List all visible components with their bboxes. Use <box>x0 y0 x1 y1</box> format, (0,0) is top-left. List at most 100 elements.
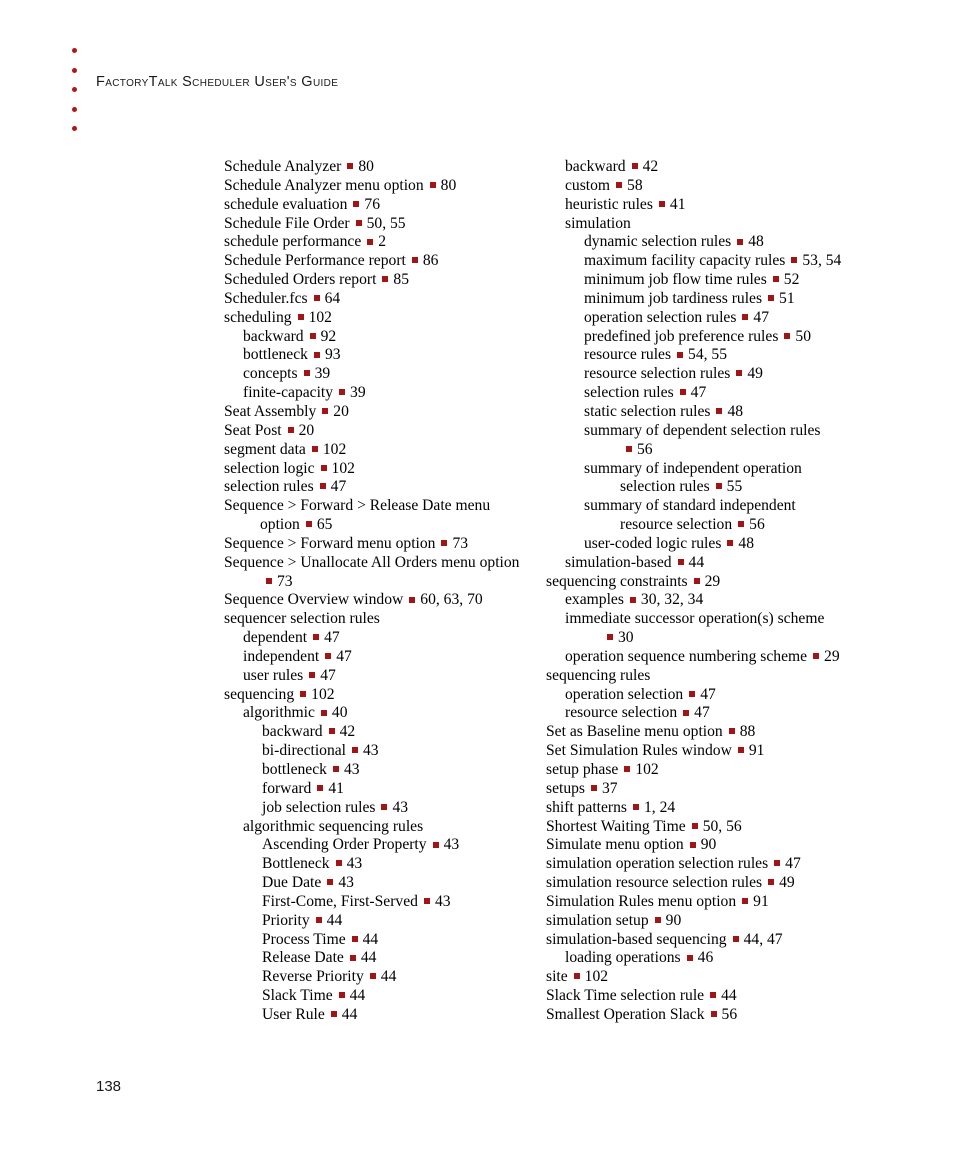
index-entry-pages[interactable]: 102 <box>311 686 334 703</box>
index-entry[interactable]: operation sequence numbering scheme 29 <box>565 648 866 667</box>
index-entry[interactable]: Slack Time selection rule 44 <box>546 987 866 1006</box>
index-entry[interactable]: operation selection rules 47 <box>584 309 866 328</box>
index-entry-pages[interactable]: 76 <box>364 196 380 213</box>
index-entry[interactable]: simulation-based sequencing 44, 47 <box>546 931 866 950</box>
index-entry[interactable]: Priority 44 <box>262 912 524 931</box>
index-entry[interactable]: forward 41 <box>262 780 524 799</box>
index-entry[interactable]: segment data 102 <box>224 441 524 460</box>
index-entry-pages[interactable]: 102 <box>323 441 346 458</box>
index-entry[interactable]: Sequence > Unallocate All Orders menu op… <box>224 554 524 592</box>
index-entry[interactable]: sequencer selection rules <box>224 610 524 629</box>
index-entry-pages[interactable]: 40 <box>332 704 348 721</box>
index-entry[interactable]: Simulate menu option 90 <box>546 836 866 855</box>
index-entry[interactable]: concepts 39 <box>243 365 524 384</box>
index-entry-pages[interactable]: 60, 63, 70 <box>420 591 482 608</box>
index-entry-pages[interactable]: 47 <box>694 704 710 721</box>
index-entry[interactable]: finite-capacity 39 <box>243 384 524 403</box>
index-entry-pages[interactable]: 65 <box>317 516 333 533</box>
index-entry-pages[interactable]: 49 <box>747 365 763 382</box>
index-entry-pages[interactable]: 73 <box>277 573 293 590</box>
index-entry[interactable]: algorithmic sequencing rules <box>243 818 524 837</box>
index-entry-pages[interactable]: 102 <box>309 309 332 326</box>
index-entry[interactable]: minimum job tardiness rules 51 <box>584 290 866 309</box>
index-entry[interactable]: Set as Baseline menu option 88 <box>546 723 866 742</box>
index-entry[interactable]: bottleneck 93 <box>243 346 524 365</box>
index-entry-pages[interactable]: 56 <box>722 1006 738 1023</box>
index-entry[interactable]: maximum facility capacity rules 53, 54 <box>584 252 866 271</box>
index-entry-pages[interactable]: 2 <box>378 233 386 250</box>
index-entry[interactable]: examples 30, 32, 34 <box>565 591 866 610</box>
index-entry-pages[interactable]: 50, 55 <box>367 215 406 232</box>
index-entry[interactable]: Schedule Analyzer menu option 80 <box>224 177 524 196</box>
index-entry[interactable]: Due Date 43 <box>262 874 524 893</box>
index-entry-pages[interactable]: 50 <box>795 328 811 345</box>
index-entry[interactable]: Simulation Rules menu option 91 <box>546 893 866 912</box>
index-entry-pages[interactable]: 91 <box>749 742 765 759</box>
index-entry-pages[interactable]: 47 <box>320 667 336 684</box>
index-entry-pages[interactable]: 43 <box>344 761 360 778</box>
index-entry[interactable]: First-Come, First-Served 43 <box>262 893 524 912</box>
index-entry-pages[interactable]: 53, 54 <box>802 252 841 269</box>
index-entry[interactable]: sequencing rules <box>546 667 866 686</box>
index-entry[interactable]: Bottleneck 43 <box>262 855 524 874</box>
index-entry-pages[interactable]: 29 <box>705 573 721 590</box>
index-entry[interactable]: bi-directional 43 <box>262 742 524 761</box>
index-entry[interactable]: sequencing 102 <box>224 686 524 705</box>
index-entry-pages[interactable]: 43 <box>392 799 408 816</box>
index-entry-pages[interactable]: 44 <box>350 987 366 1004</box>
index-entry-pages[interactable]: 93 <box>325 346 341 363</box>
index-entry-pages[interactable]: 48 <box>727 403 743 420</box>
index-entry[interactable]: Scheduled Orders report 85 <box>224 271 524 290</box>
index-entry-pages[interactable]: 80 <box>358 158 374 175</box>
index-entry[interactable]: resource selection 47 <box>565 704 866 723</box>
index-entry[interactable]: backward 92 <box>243 328 524 347</box>
index-entry-pages[interactable]: 49 <box>779 874 795 891</box>
index-entry-pages[interactable]: 20 <box>333 403 349 420</box>
index-entry[interactable]: backward 42 <box>565 158 866 177</box>
index-entry[interactable]: job selection rules 43 <box>262 799 524 818</box>
index-entry-pages[interactable]: 58 <box>627 177 643 194</box>
index-entry[interactable]: immediate successor operation(s) scheme 3… <box>565 610 866 648</box>
index-entry[interactable]: backward 42 <box>262 723 524 742</box>
index-entry[interactable]: Schedule Analyzer 80 <box>224 158 524 177</box>
index-entry[interactable]: Smallest Operation Slack 56 <box>546 1006 866 1025</box>
index-entry[interactable]: Scheduler.fcs 64 <box>224 290 524 309</box>
index-entry[interactable]: schedule evaluation 76 <box>224 196 524 215</box>
index-entry[interactable]: Sequence > Forward > Release Date menu op… <box>224 497 524 535</box>
index-entry-pages[interactable]: 44 <box>689 554 705 571</box>
index-entry[interactable]: dependent 47 <box>243 629 524 648</box>
index-entry[interactable]: Seat Post 20 <box>224 422 524 441</box>
index-entry[interactable]: Set Simulation Rules window 91 <box>546 742 866 761</box>
index-entry[interactable]: static selection rules 48 <box>584 403 866 422</box>
index-entry[interactable]: Sequence > Forward menu option 73 <box>224 535 524 554</box>
index-entry-pages[interactable]: 20 <box>299 422 315 439</box>
index-entry[interactable]: Reverse Priority 44 <box>262 968 524 987</box>
index-entry-pages[interactable]: 1, 24 <box>644 799 675 816</box>
index-entry-pages[interactable]: 44 <box>363 931 379 948</box>
index-entry-pages[interactable]: 43 <box>338 874 354 891</box>
index-entry[interactable]: simulation <box>565 215 866 234</box>
index-entry-pages[interactable]: 55 <box>727 478 743 495</box>
index-entry[interactable]: predefined job preference rules 50 <box>584 328 866 347</box>
index-entry[interactable]: site 102 <box>546 968 866 987</box>
index-entry-pages[interactable]: 64 <box>325 290 341 307</box>
index-entry[interactable]: simulation operation selection rules 47 <box>546 855 866 874</box>
index-entry-pages[interactable]: 90 <box>701 836 717 853</box>
index-entry-pages[interactable]: 47 <box>324 629 340 646</box>
index-entry[interactable]: Sequence Overview window 60, 63, 70 <box>224 591 524 610</box>
index-entry[interactable]: selection rules 47 <box>224 478 524 497</box>
index-entry[interactable]: loading operations 46 <box>565 949 866 968</box>
index-entry[interactable]: user rules 47 <box>243 667 524 686</box>
index-entry-pages[interactable]: 54, 55 <box>688 346 727 363</box>
index-entry[interactable]: bottleneck 43 <box>262 761 524 780</box>
index-entry-pages[interactable]: 92 <box>321 328 337 345</box>
index-entry[interactable]: setup phase 102 <box>546 761 866 780</box>
index-entry-pages[interactable]: 42 <box>643 158 659 175</box>
index-entry-pages[interactable]: 48 <box>738 535 754 552</box>
index-entry[interactable]: Shortest Waiting Time 50, 56 <box>546 818 866 837</box>
index-entry[interactable]: Schedule File Order 50, 55 <box>224 215 524 234</box>
index-entry-pages[interactable]: 73 <box>452 535 468 552</box>
index-entry-pages[interactable]: 47 <box>700 686 716 703</box>
index-entry-pages[interactable]: 43 <box>435 893 451 910</box>
index-entry[interactable]: sequencing constraints 29 <box>546 573 866 592</box>
